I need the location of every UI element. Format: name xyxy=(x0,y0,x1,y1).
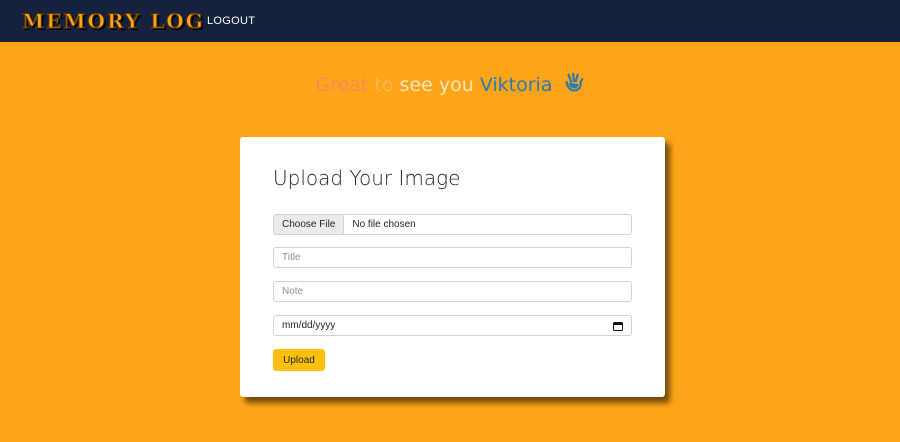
file-status-text: No file chosen xyxy=(352,219,416,230)
note-input[interactable] xyxy=(273,281,632,302)
choose-file-button[interactable]: Choose File xyxy=(274,215,345,234)
card-title: Upload Your Image xyxy=(273,166,461,190)
file-input[interactable]: Choose File No file chosen xyxy=(273,214,632,235)
greeting-see-you: see you xyxy=(399,74,474,96)
date-input[interactable]: mm/dd/yyyy xyxy=(273,315,632,336)
navbar: MEMORY LOG LOGOUT xyxy=(0,0,900,42)
upload-card: Upload Your Image Choose File No file ch… xyxy=(240,137,665,397)
greeting-word-to: to xyxy=(374,74,394,96)
calendar-icon[interactable] xyxy=(613,321,623,331)
greeting: Great to see you Viktoria xyxy=(0,72,900,98)
title-input[interactable] xyxy=(273,247,632,268)
date-placeholder: mm/dd/yyyy xyxy=(282,320,336,331)
brand-logo[interactable]: MEMORY LOG xyxy=(22,8,205,34)
greeting-word-great: Great xyxy=(315,74,369,96)
logout-link[interactable]: LOGOUT xyxy=(207,15,255,27)
greeting-username: Viktoria xyxy=(479,74,553,96)
upload-button[interactable]: Upload xyxy=(273,349,325,371)
waving-hand-icon xyxy=(565,72,583,92)
